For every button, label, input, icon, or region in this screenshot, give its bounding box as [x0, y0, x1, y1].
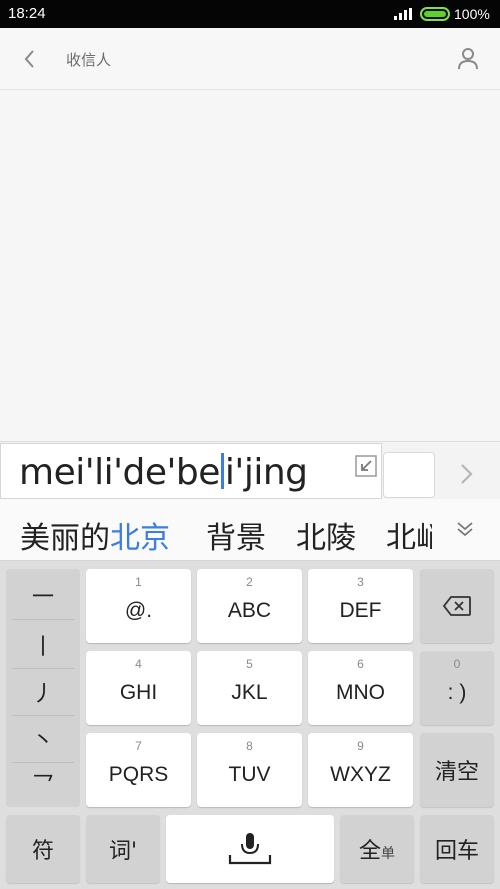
- chevron-left-icon[interactable]: [18, 47, 42, 71]
- key-4[interactable]: 4 GHI: [86, 651, 191, 725]
- key-0[interactable]: 0: ): [420, 651, 494, 725]
- double-chevron-down-icon[interactable]: [454, 518, 476, 540]
- header: 收信人: [0, 28, 500, 90]
- chevron-right-icon[interactable]: [456, 462, 476, 486]
- enter-button[interactable]: 回车: [420, 815, 494, 883]
- space-voice-button[interactable]: [166, 815, 334, 883]
- backspace-icon: [442, 596, 471, 616]
- key-3[interactable]: 3 DEF: [308, 569, 413, 643]
- key-1[interactable]: 1 @.: [86, 569, 191, 643]
- status-time: 18:24: [8, 5, 46, 22]
- candidate-bar: 美丽的北京 背景 北陵 北峭: [0, 499, 500, 561]
- key-5[interactable]: 5 JKL: [197, 651, 302, 725]
- stroke-column: 一 丨 丿 丶 乛: [6, 569, 80, 807]
- symbol-button[interactable]: 符: [6, 815, 80, 883]
- person-icon[interactable]: [454, 45, 482, 73]
- candidate-item[interactable]: 背景: [206, 513, 266, 557]
- backspace-button[interactable]: [420, 569, 494, 643]
- key-7[interactable]: 7 PQRS: [86, 733, 191, 807]
- stroke-key[interactable]: 丿: [6, 668, 80, 715]
- stroke-key[interactable]: 一: [6, 571, 80, 618]
- full-width-button[interactable]: 全单: [340, 815, 414, 883]
- key-6[interactable]: 6 MNO: [308, 651, 413, 725]
- screen: 18:24 100% 收信人 mei'li'de'be i'jing 美丽的北京…: [0, 0, 500, 889]
- shrink-icon[interactable]: [355, 455, 377, 477]
- text-caret: [220, 453, 224, 489]
- message-input[interactable]: [383, 452, 435, 498]
- status-bar: 18:24 100%: [0, 0, 500, 28]
- key-8[interactable]: 8 TUV: [197, 733, 302, 807]
- stroke-key[interactable]: 乛: [6, 759, 80, 806]
- composition-box[interactable]: mei'li'de'be i'jing: [0, 443, 382, 499]
- microphone-icon: [228, 833, 272, 865]
- candidate-item[interactable]: 北陵: [296, 513, 356, 557]
- page-title: 收信人: [66, 51, 112, 69]
- clear-button[interactable]: 清空: [420, 733, 494, 807]
- composition-row: mei'li'de'be i'jing: [0, 441, 500, 499]
- candidate-item[interactable]: 美丽的北京: [20, 513, 170, 557]
- message-area: [0, 91, 500, 441]
- key-2[interactable]: 2 ABC: [197, 569, 302, 643]
- signal-icon: [394, 8, 412, 20]
- battery-icon: [420, 7, 450, 21]
- stroke-key[interactable]: 丶: [6, 715, 80, 762]
- battery-percent: 100%: [454, 6, 490, 22]
- stroke-key[interactable]: 丨: [6, 621, 80, 668]
- word-button[interactable]: 词': [86, 815, 160, 883]
- candidate-item-partial[interactable]: 北峭: [386, 513, 432, 549]
- composition-text: mei'li'de'be i'jing: [19, 452, 308, 493]
- keyboard: 一 丨 丿 丶 乛 1 @. 2 ABC 3 DEF 4 GHI 5 JKL 6 MNO 0…: [0, 561, 500, 889]
- key-9[interactable]: 9 WXYZ: [308, 733, 413, 807]
